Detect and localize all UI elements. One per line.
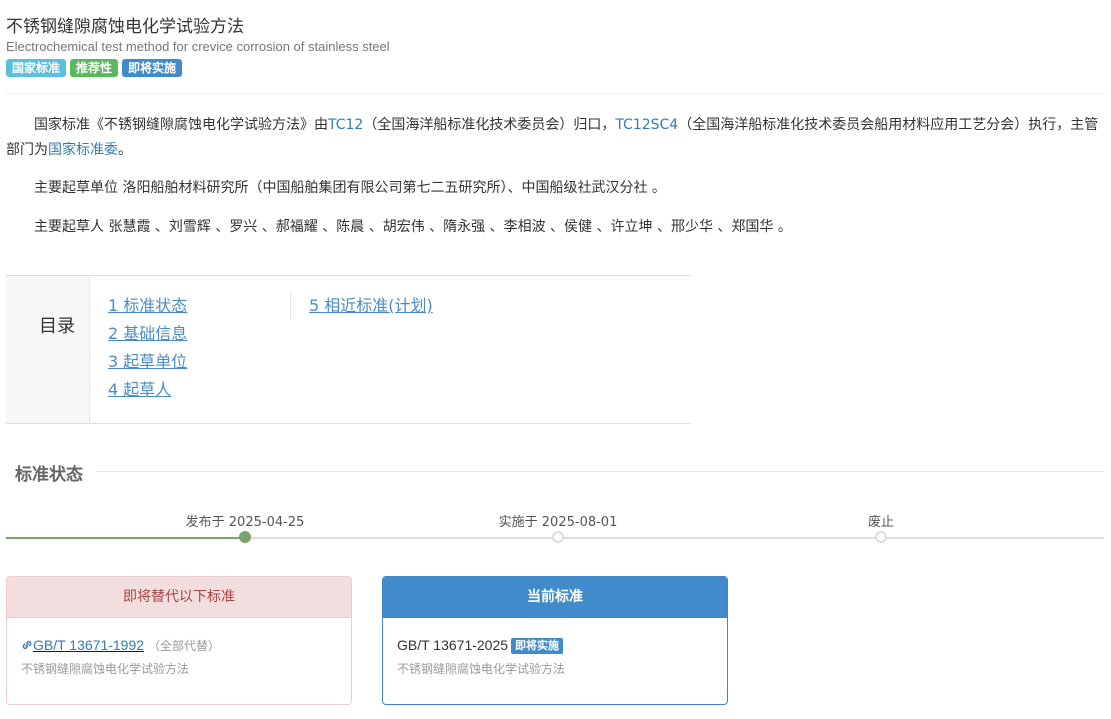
replaced-standard-card: 即将替代以下标准 GB/T 13671-1992 （全部代替） 不锈钢缝隙腐蚀电化…: [6, 576, 352, 705]
replace-note: （全部代替）: [148, 639, 221, 653]
section-divider: [96, 471, 1105, 472]
toc-item-status[interactable]: 1 标准状态: [108, 292, 187, 320]
sac-link[interactable]: 国家标准委: [48, 142, 118, 158]
replaced-standard-link[interactable]: GB/T 13671-1992: [21, 637, 145, 654]
milestone-node-abolished: [875, 531, 887, 543]
replaced-standard-name: 不锈钢缝隙腐蚀电化学试验方法: [21, 662, 190, 676]
milestone-label-effective: 实施于 2025-08-01: [498, 515, 618, 530]
intro-text: 。: [118, 142, 132, 158]
toc-column: 5 相近标准(计划): [290, 292, 433, 320]
link-icon: [22, 641, 32, 649]
current-standard-code: GB/T 13671-2025: [397, 637, 509, 653]
divider: [6, 93, 1105, 94]
milestone-node-published: [239, 531, 251, 543]
tag-list: 国家标准 推荐性 即将实施: [6, 59, 183, 77]
timeline-progress: [6, 537, 243, 539]
toc-item-similar-standards[interactable]: 5 相近标准(计划): [309, 292, 433, 320]
drafting-units: 主要起草单位 洛阳船舶材料研究所（中国船舶集团有限公司第七二五研究所）、中国船级…: [34, 180, 666, 196]
current-standard-name: 不锈钢缝隙腐蚀电化学试验方法: [397, 662, 566, 676]
page-title: 不锈钢缝隙腐蚀电化学试验方法: [6, 17, 244, 37]
tag-national-standard: 国家标准: [6, 59, 67, 77]
intro-paragraph: 国家标准《不锈钢缝隙腐蚀电化学试验方法》由TC12（全国海洋船标准化技术委员会）…: [6, 113, 1106, 163]
card-header: 即将替代以下标准: [7, 577, 351, 618]
tc12sc4-link[interactable]: TC12SC4: [615, 117, 678, 133]
toc-item-basic-info[interactable]: 2 基础信息: [108, 320, 187, 348]
milestone-label-published: 发布于 2025-04-25: [185, 515, 305, 530]
toc-item-drafters[interactable]: 4 起草人: [108, 376, 187, 404]
drafters: 主要起草人 张慧霞 、刘雪辉 、罗兴 、郝福耀 、陈晨 、胡宏伟 、隋永强 、李…: [34, 219, 792, 235]
milestone-node-effective: [552, 531, 564, 543]
intro-text: （全国海洋船标准化技术委员会）归口，: [363, 117, 616, 133]
milestone-label-abolished: 废止: [867, 515, 895, 530]
toc-label: 目录: [39, 316, 75, 337]
card-header: 当前标准: [383, 577, 727, 618]
tag-upcoming: 即将实施: [122, 59, 183, 77]
status-timeline: 发布于 2025-04-25 实施于 2025-08-01 废止: [6, 500, 1104, 550]
toc-item-drafting-units[interactable]: 3 起草单位: [108, 348, 187, 376]
tag-recommended: 推荐性: [70, 59, 119, 77]
section-title-status: 标准状态: [15, 465, 83, 485]
page-subtitle: Electrochemical test method for crevice …: [6, 39, 390, 54]
tc12-link[interactable]: TC12: [328, 117, 363, 133]
intro-text: 国家标准《不锈钢缝隙腐蚀电化学试验方法》由: [34, 117, 328, 133]
table-of-contents: 目录 1 标准状态 2 基础信息 3 起草单位 4 起草人 5 相近标准(计划): [6, 275, 691, 424]
current-standard-card: 当前标准 GB/T 13671-2025 即将实施 不锈钢缝隙腐蚀电化学试验方法: [382, 576, 728, 705]
toc-column: 1 标准状态 2 基础信息 3 起草单位 4 起草人: [108, 292, 187, 404]
replaced-standard-code: GB/T 13671-1992: [33, 637, 145, 653]
status-badge: 即将实施: [511, 638, 564, 654]
toc-label-box: 目录: [6, 276, 90, 423]
